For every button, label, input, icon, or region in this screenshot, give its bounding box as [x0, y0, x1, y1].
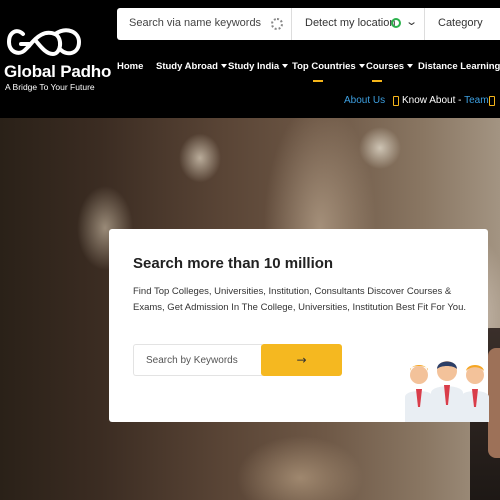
nav-study-india-label: Study India [228, 61, 280, 72]
location-select[interactable]: Detect my location ⌄ [293, 8, 425, 40]
caret-down-icon [220, 64, 227, 69]
keyword-search-placeholder: Search via name keywords [129, 17, 262, 29]
loader-icon [271, 18, 283, 30]
phone-icon [393, 96, 399, 106]
hero-card-description: Find Top Colleges, Universities, Institu… [133, 286, 467, 313]
team-label: Team [464, 95, 489, 106]
separator: - [458, 95, 462, 106]
people-illustration [405, 361, 489, 422]
caret-down-icon [358, 64, 365, 69]
keyword-search-input[interactable]: Search via name keywords [117, 8, 292, 40]
logo-infinity-icon [7, 28, 82, 57]
hero-keyword-search-input[interactable] [133, 344, 262, 376]
nav-courses-label: Courses [366, 61, 405, 72]
brand-name: Global Padho [4, 62, 112, 81]
hero-search-button[interactable]: → [261, 344, 342, 376]
chevron-down-icon: ⌄ [405, 16, 419, 28]
arrow-right-icon: → [296, 353, 307, 367]
caret-down-icon [407, 64, 414, 69]
location-label: Detect my location [305, 17, 396, 29]
category-select[interactable]: Category [426, 8, 500, 40]
phone-icon [489, 96, 495, 106]
know-about-label: Know About [402, 95, 456, 106]
know-about-team-link[interactable]: Know About - Team [402, 95, 489, 106]
nav-top-countries[interactable]: Top Countries [292, 61, 365, 72]
header-search-bar: Search via name keywords Detect my locat… [117, 8, 500, 40]
target-icon[interactable] [391, 18, 401, 28]
nav-home-label: Home [117, 61, 144, 72]
site-header: Global Padho A Bridge To Your Future Sea… [0, 0, 500, 118]
brand-tagline: A Bridge To Your Future [5, 82, 95, 92]
nav-home[interactable]: Home [117, 61, 143, 72]
nav-distance-learning[interactable]: Distance Learning [418, 61, 500, 72]
about-us-link[interactable]: About Us [344, 95, 385, 106]
nav-courses[interactable]: Courses [366, 61, 414, 72]
nav-study-abroad-label: Study Abroad [156, 61, 218, 72]
nav-top-countries-label: Top Countries [292, 61, 356, 72]
hero-search-card: Search more than 10 million Find Top Col… [109, 229, 489, 422]
hero-person-hand [488, 348, 500, 458]
category-label: Category [438, 17, 483, 29]
nav-active-underline [313, 80, 323, 82]
caret-down-icon [282, 64, 289, 69]
nav-study-abroad[interactable]: Study Abroad [156, 61, 227, 72]
nav-distance-learning-label: Distance Learning [418, 61, 500, 72]
brand-logo[interactable]: Global Padho A Bridge To Your Future [0, 22, 112, 102]
hero-card-title: Search more than 10 million [133, 255, 334, 272]
nav-active-underline [372, 80, 382, 82]
nav-study-india[interactable]: Study India [228, 61, 289, 72]
